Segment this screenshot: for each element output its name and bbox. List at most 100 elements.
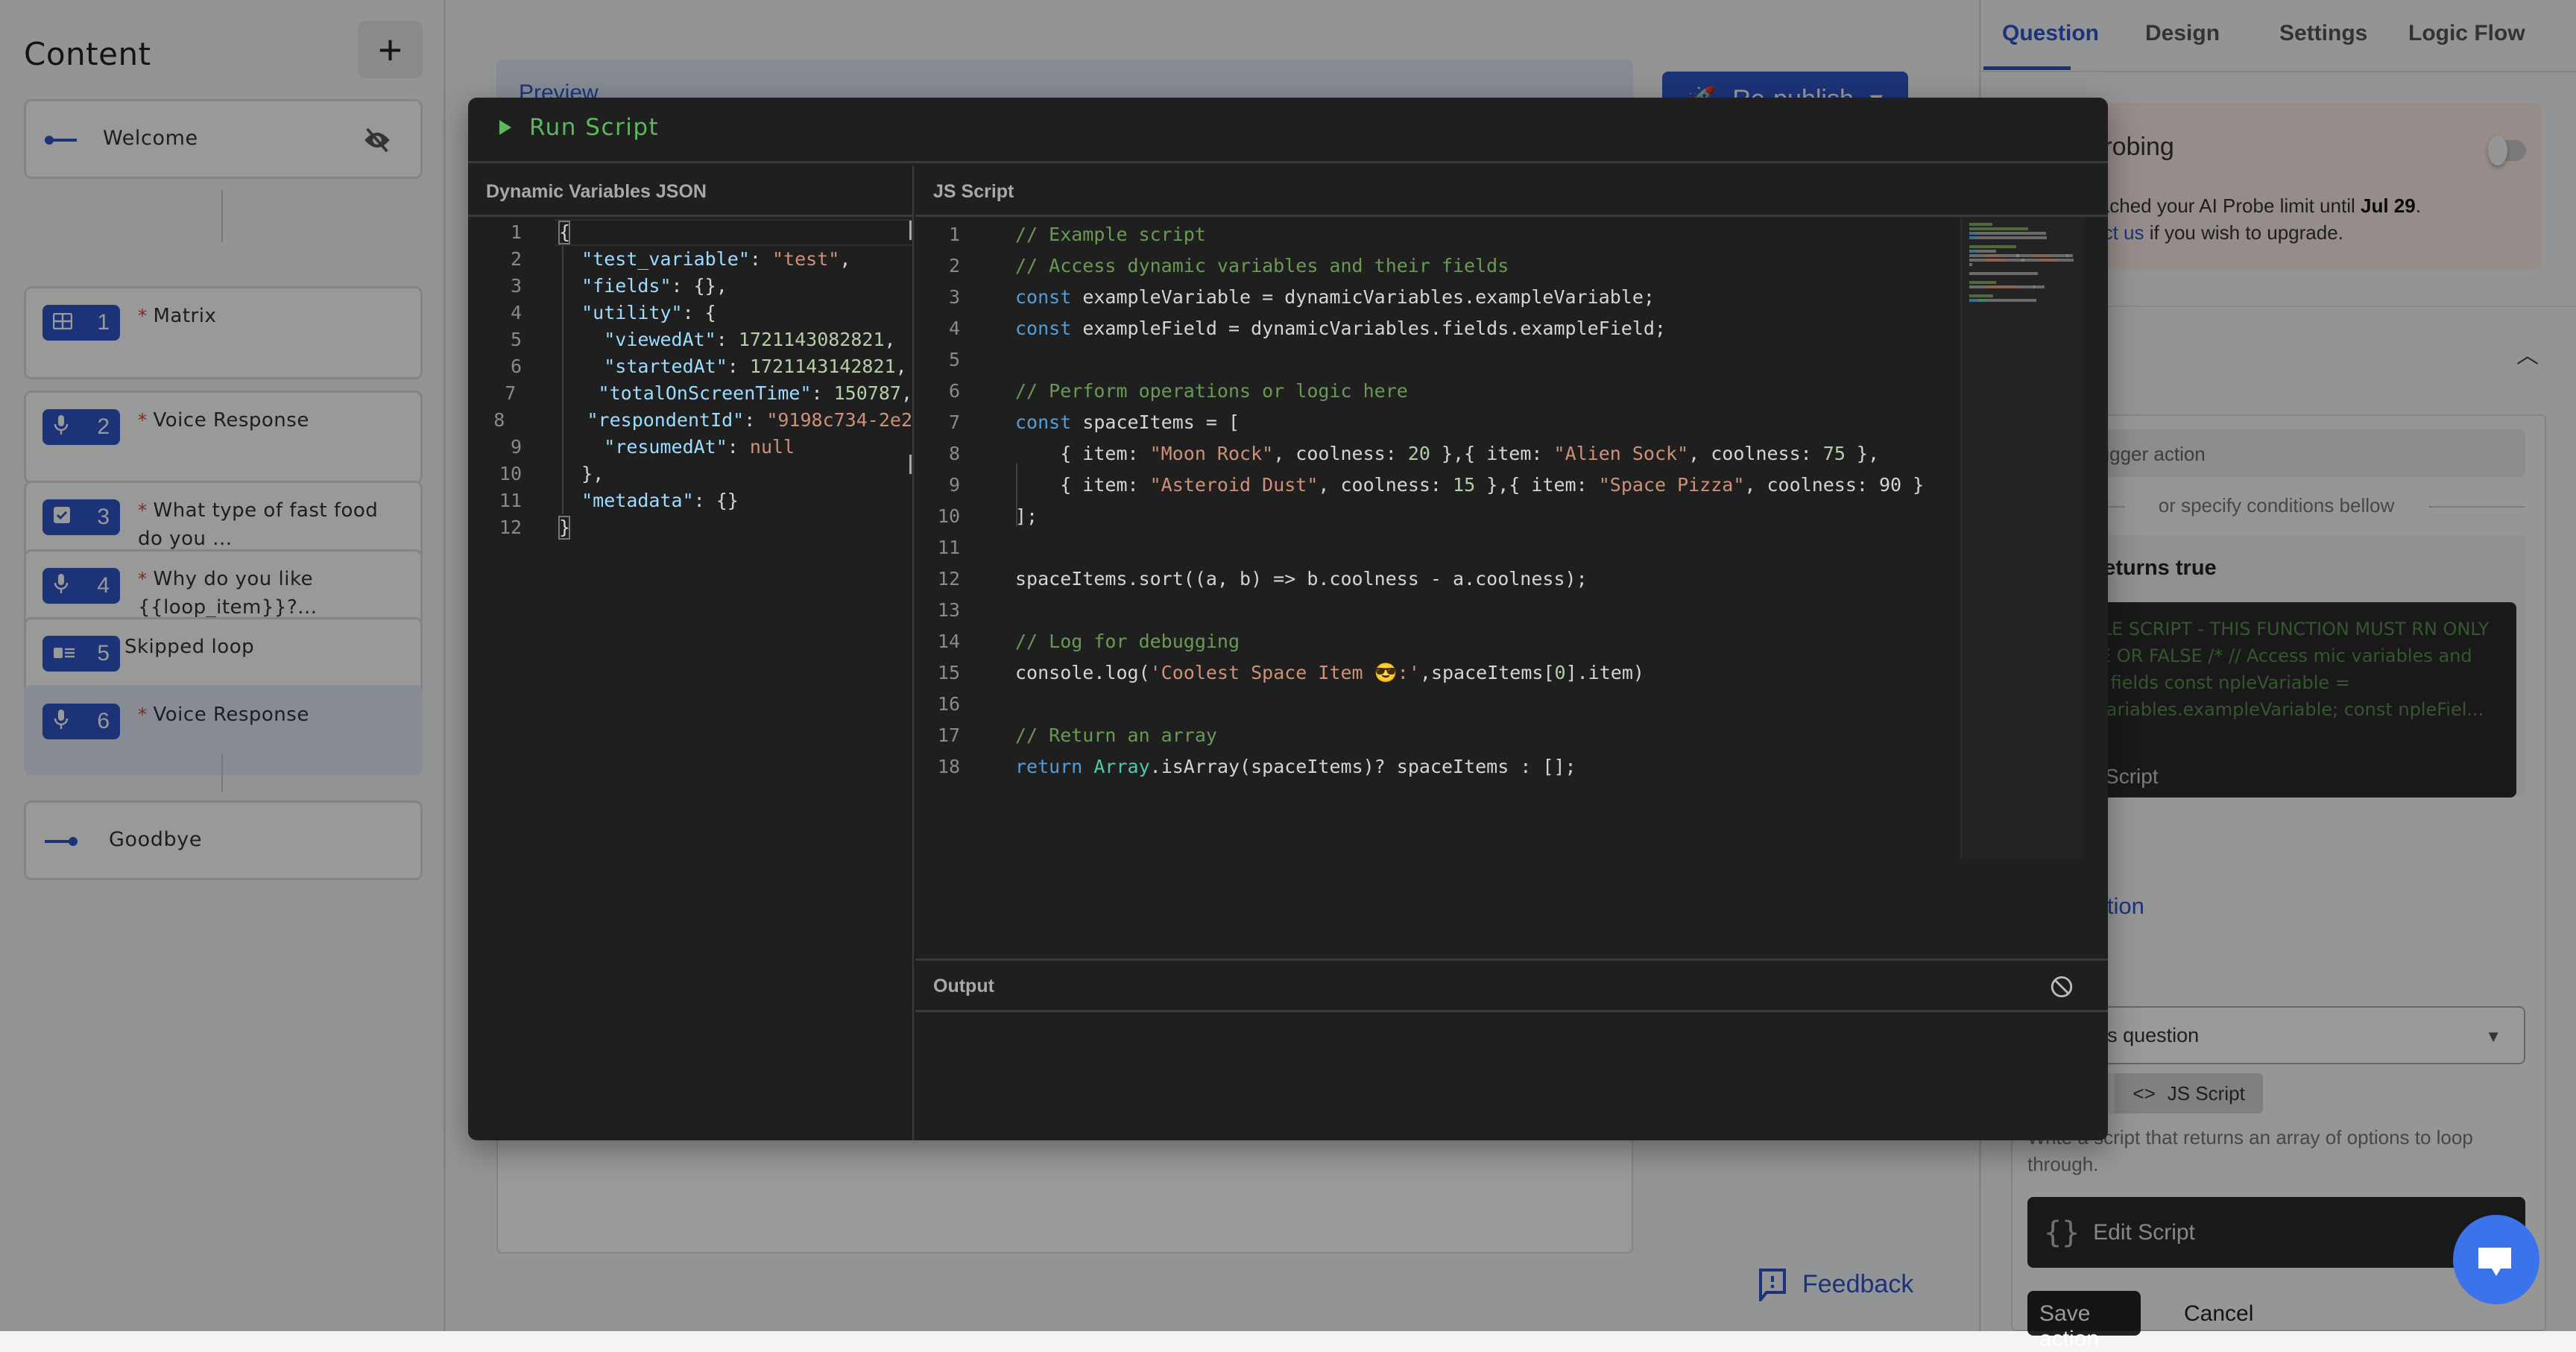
code-text: "metadata": {}: [559, 487, 739, 514]
code-text: "viewedAt": 1721143082821,: [559, 326, 896, 353]
clear-output-icon[interactable]: [2049, 974, 2074, 999]
chat-support-button[interactable]: [2452, 1215, 2541, 1304]
code-token: :: [716, 329, 739, 350]
code-token: :: [811, 382, 834, 404]
minimap-token: [2000, 254, 2016, 257]
line-number: 9: [948, 474, 960, 496]
json-code-editor[interactable]: 1{2 "test_variable": "test", 3 "fields": …: [468, 219, 912, 541]
minimap-token: [1985, 254, 2001, 257]
code-token: exampleField = dynamicVariables.fields.e…: [1071, 318, 1666, 339]
code-text: }: [559, 514, 570, 541]
minimap-token: [1969, 263, 1972, 266]
code-token: 150787: [833, 382, 901, 404]
code-token: },{ item:: [1430, 443, 1554, 464]
code-line: 10];: [915, 501, 1959, 532]
minimap-token: [1969, 236, 1976, 239]
modal-toolbar: Run Script: [468, 98, 2108, 163]
code-line: 12 spaceItems.sort((a, b) => b.coolness -…: [915, 563, 1959, 595]
minimap-token: [1969, 254, 1986, 257]
code-line: 11: [915, 532, 1959, 563]
code-text: // Access dynamic variables and their fi…: [1015, 250, 1509, 282]
code-line: 3 "fields": {},: [468, 273, 912, 300]
minimap-token: [2018, 254, 2034, 257]
code-token: ,spaceItems[: [1419, 662, 1555, 683]
code-token: // Return an array: [1015, 724, 1217, 746]
code-token: 1721143142821: [749, 356, 896, 377]
code-token: exampleVariable = dynamicVariables.examp…: [1071, 286, 1655, 308]
code-text: "startedAt": 1721143142821,: [559, 353, 907, 380]
code-line: 7 "totalOnScreenTime": 150787,: [468, 380, 912, 407]
code-text: {: [559, 219, 570, 246]
minimap-token: [1985, 299, 2036, 302]
code-token: "Moon Rock": [1149, 443, 1274, 464]
code-token: , coolness: 90 }: [1744, 474, 1925, 496]
code-token: 20: [1407, 443, 1430, 464]
minimap-token: [2017, 285, 2034, 288]
code-token: "totalOnScreenTime": [598, 382, 812, 404]
code-token: :: [744, 409, 767, 431]
line-number: 1: [948, 224, 960, 245]
output-console: [915, 1012, 2108, 1140]
code-token: ];: [1015, 505, 1038, 527]
code-line: 6 // Perform operations or logic here: [915, 376, 1959, 407]
code-token: }: [559, 517, 571, 538]
code-token: const: [1015, 286, 1072, 308]
line-number: 5: [510, 329, 522, 350]
code-token: const: [1015, 411, 1072, 433]
code-line: 1{: [468, 219, 912, 246]
minimap-token: [1978, 299, 1986, 302]
code-token: {: [559, 221, 571, 243]
code-minimap[interactable]: [1960, 217, 2084, 859]
code-text: // Perform operations or logic here: [1015, 376, 1408, 407]
code-token: { item:: [1015, 474, 1150, 496]
minimap-token: [1969, 250, 1976, 253]
code-token: 1721143082821: [738, 329, 885, 350]
code-token: ,: [895, 356, 907, 377]
script-editor-modal: Run Script Dynamic Variables JSON 1{2 "t…: [468, 98, 2108, 1140]
line-number: 13: [937, 599, 960, 621]
json-editor-header: Dynamic Variables JSON: [468, 165, 912, 217]
code-text: return Array.isArray(spaceItems)? spaceI…: [1015, 751, 1576, 783]
code-token: ].item): [1565, 662, 1644, 683]
line-number: 7: [948, 411, 960, 433]
code-token: :: [727, 436, 750, 458]
minimap-token: [1985, 285, 2018, 288]
line-number: 6: [948, 380, 960, 402]
js-editor-header: JS Script: [915, 165, 2108, 217]
code-token: "Alien Sock": [1553, 443, 1689, 464]
code-text: spaceItems.sort((a, b) => b.coolness - a…: [1015, 563, 1588, 595]
code-token: "test": [772, 248, 840, 270]
line-number: 11: [499, 490, 522, 511]
minimap-token: [1969, 299, 1977, 302]
line-number: 8: [493, 409, 505, 431]
code-token: ,: [884, 329, 896, 350]
minimap-token: [1969, 227, 2029, 230]
js-code-editor[interactable]: 1 // Example script 2 // Access dynamic var…: [915, 219, 1959, 783]
app-root: Content + Welcome 1 * Matrix 2 * Voice Respon…: [0, 0, 2576, 1351]
code-line: 15 console.log('Coolest Space Item 😎:',sp…: [915, 657, 1959, 689]
code-text: const spaceItems = [: [1015, 407, 1240, 438]
code-text: // Log for debugging: [1015, 626, 1240, 657]
js-editor-column: JS Script 1 // Example script 2 // Access d…: [915, 165, 2108, 1140]
minimap-token: [2024, 259, 2039, 262]
code-token: 0: [1554, 662, 1566, 683]
code-text: ];: [1015, 501, 1038, 532]
code-text: "totalOnScreenTime": 150787,: [553, 380, 912, 407]
code-line: 5 "viewedAt": 1721143082821,: [468, 326, 912, 353]
minimap-token: [1969, 245, 2016, 248]
code-token: 75: [1822, 443, 1846, 464]
minimap-token: [2039, 259, 2056, 262]
code-line: 2 "test_variable": "test",: [468, 246, 912, 273]
code-line: 1 // Example script: [915, 219, 1959, 250]
minimap-token: [2050, 254, 2066, 257]
code-token: "startedAt": [604, 356, 727, 377]
code-token: ,: [900, 382, 912, 404]
run-script-button[interactable]: Run Script: [499, 114, 659, 141]
minimap-token: [1969, 285, 1986, 288]
code-token: 'Coolest Space Item 😎:': [1149, 662, 1420, 683]
